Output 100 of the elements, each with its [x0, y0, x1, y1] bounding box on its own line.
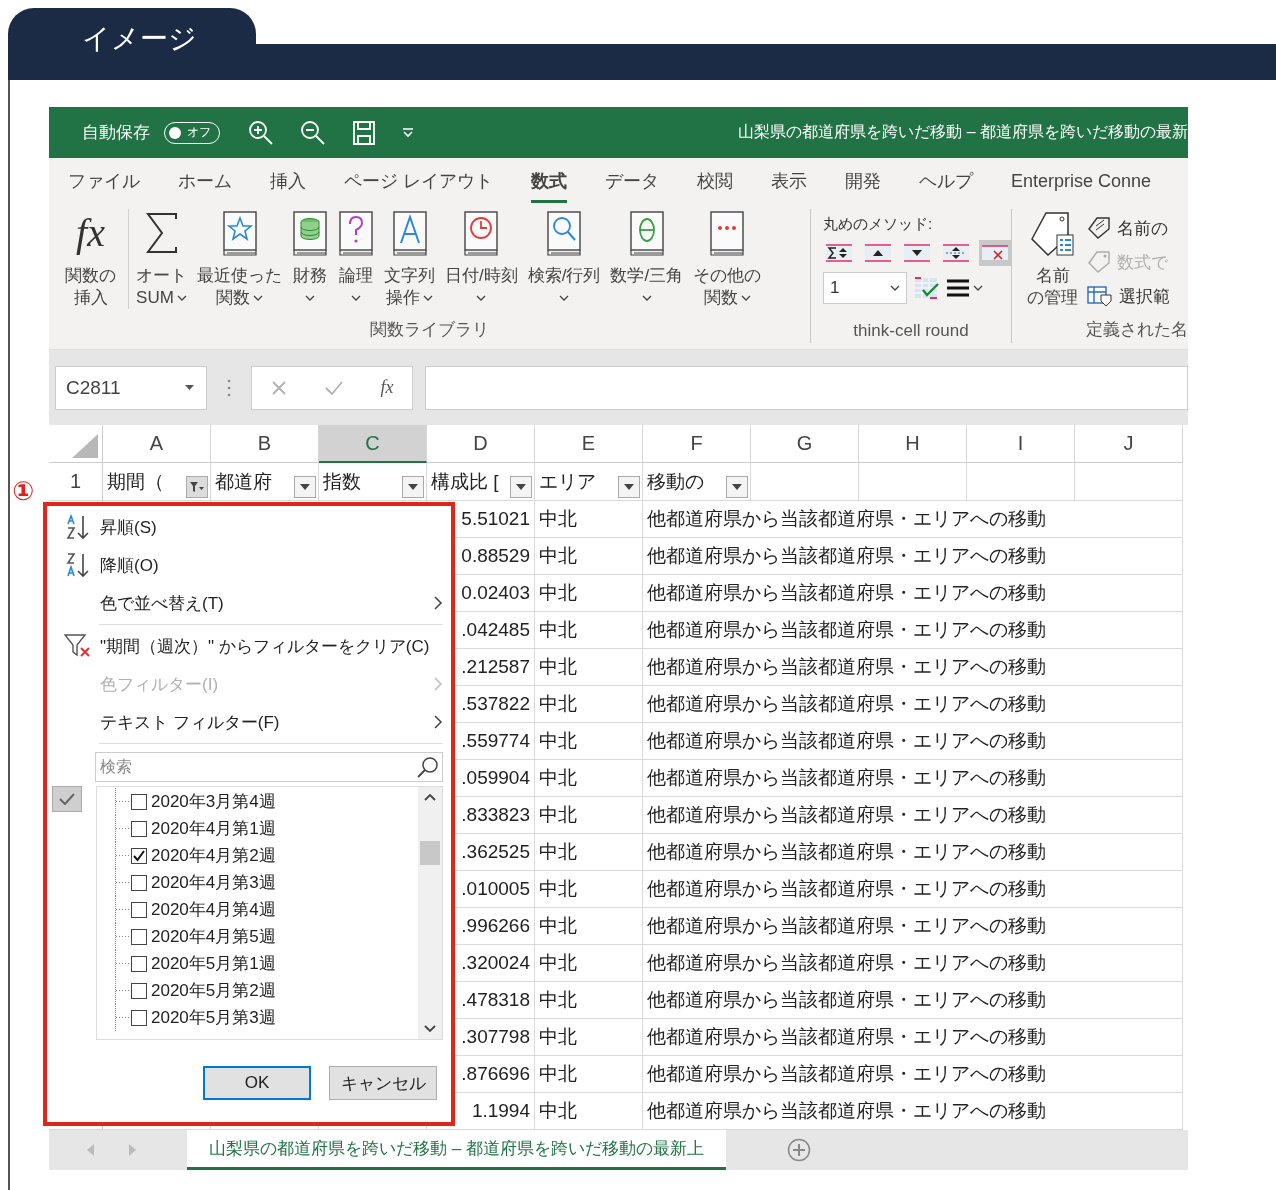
- value-checkbox[interactable]: 2020年5月第1週: [131, 952, 276, 975]
- value-checkbox[interactable]: 2020年4月第1週: [131, 817, 276, 840]
- ok-button[interactable]: OK: [203, 1066, 311, 1100]
- add-sheet-icon[interactable]: [786, 1138, 811, 1162]
- value-checkbox[interactable]: 2020年5月第3週: [131, 1006, 276, 1029]
- column-header[interactable]: E: [535, 425, 643, 463]
- chevron-right-icon: [434, 596, 443, 610]
- ribbon-button[interactable]: 検索/行列: [522, 209, 606, 309]
- ribbon-button[interactable]: 財務: [287, 209, 333, 309]
- ribbon-button[interactable]: その他の 関数: [688, 209, 767, 309]
- column-header[interactable]: G: [751, 425, 859, 463]
- filter-dropdown-button[interactable]: [726, 476, 748, 498]
- value-checkbox[interactable]: 2020年4月第5週: [131, 925, 276, 948]
- ribbon-button[interactable]: オート SUM: [131, 209, 192, 309]
- checkbox[interactable]: [131, 847, 147, 864]
- caret-icon: [185, 385, 194, 390]
- checkbox[interactable]: [131, 793, 147, 810]
- column-header[interactable]: D: [427, 425, 535, 463]
- scroll-thumb[interactable]: [420, 841, 440, 865]
- star-book-icon: [221, 211, 258, 257]
- check-all-button[interactable]: [52, 786, 82, 812]
- insert-function-button[interactable]: fx: [380, 377, 394, 398]
- value-checkbox[interactable]: 2020年5月第2週: [131, 979, 276, 1002]
- sort-ascending-icon: [64, 514, 91, 540]
- search-field[interactable]: 検索: [95, 752, 443, 782]
- ribbon-button[interactable]: 論理: [333, 209, 379, 309]
- ribbon-button[interactable]: 文字列 操作: [379, 209, 440, 309]
- cancel-button[interactable]: キャンセル: [329, 1066, 437, 1100]
- checkmark-icon: [59, 793, 75, 805]
- zoom-out-icon[interactable]: [300, 119, 326, 146]
- ribbon-tab[interactable]: ホーム: [178, 158, 232, 203]
- line-style-button[interactable]: [947, 279, 983, 297]
- name-box[interactable]: C2811: [55, 365, 207, 410]
- filter-dropdown-button[interactable]: [294, 476, 316, 498]
- precision-dropdown[interactable]: 1: [823, 272, 907, 304]
- value-checkbox[interactable]: 2020年4月第4週: [131, 898, 276, 921]
- ribbon-tab[interactable]: 挿入: [270, 158, 306, 203]
- column-header[interactable]: F: [643, 425, 751, 463]
- ribbon-tab[interactable]: Enterprise Conne: [1011, 158, 1152, 203]
- value-checkbox[interactable]: 2020年3月第4週: [131, 790, 276, 813]
- checkbox[interactable]: [131, 928, 147, 945]
- filter-dropdown-button[interactable]: [510, 476, 532, 498]
- group-label: 定義された名: [1085, 319, 1188, 341]
- checkbox[interactable]: [131, 982, 147, 999]
- table-cell: 他都道府県から当該都道府県・エリアへの移動: [643, 723, 1183, 760]
- table-cell: 他都道府県から当該都道府県・エリアへの移動: [643, 1019, 1183, 1056]
- sheet-tab[interactable]: 山梨県の都道府県を跨いだ移動 – 都道府県を跨いだ移動の最新上: [187, 1130, 726, 1170]
- ribbon-tab[interactable]: データ: [605, 158, 659, 203]
- save-icon[interactable]: [352, 119, 376, 146]
- grid-check-icon[interactable]: [914, 276, 940, 300]
- clear-rounding-button[interactable]: [979, 240, 1011, 266]
- column-header[interactable]: H: [859, 425, 967, 463]
- ribbon-tab[interactable]: ページ レイアウト: [344, 158, 493, 203]
- formula-input[interactable]: [425, 365, 1188, 410]
- header-text: エリア: [539, 469, 596, 494]
- checkbox[interactable]: [131, 901, 147, 918]
- question-book-icon: [338, 211, 374, 257]
- table-cell: 中北: [535, 1019, 643, 1056]
- scroll-down-icon[interactable]: [424, 1025, 436, 1033]
- zoom-in-icon[interactable]: [248, 119, 274, 146]
- ribbon-button[interactable]: 数学/三角: [605, 209, 689, 309]
- table-cell: 中北: [535, 501, 643, 538]
- check-icon[interactable]: [323, 379, 344, 396]
- name-manager-button[interactable]: 名前 の管理: [1022, 209, 1083, 309]
- ribbon-tab[interactable]: ヘルプ: [919, 158, 973, 203]
- filter-dropdown-button[interactable]: [618, 476, 640, 498]
- checkmark-icon: [133, 849, 145, 862]
- ribbon-tab[interactable]: 開発: [845, 158, 881, 203]
- ribbon-tab[interactable]: 表示: [771, 158, 807, 203]
- row-header[interactable]: 1: [49, 463, 103, 501]
- checkbox[interactable]: [131, 955, 147, 972]
- filter-dropdown-button[interactable]: [402, 476, 424, 498]
- ribbon-button[interactable]: 日付/時刻: [440, 209, 523, 309]
- value-checkbox[interactable]: 2020年4月第3週: [131, 871, 276, 894]
- table-cell: 中北: [535, 982, 643, 1019]
- defined-name-command[interactable]: 名前の: [1087, 213, 1170, 243]
- drag-handle-icon[interactable]: [227, 378, 231, 397]
- column-header[interactable]: A: [103, 425, 211, 463]
- column-header[interactable]: I: [967, 425, 1075, 463]
- scrollbar[interactable]: [418, 787, 442, 1039]
- ribbon-tab[interactable]: ファイル: [68, 158, 140, 203]
- defined-name-command[interactable]: 選択範: [1087, 281, 1170, 311]
- value-checkbox[interactable]: 2020年4月第2週: [131, 844, 276, 867]
- filter-applied-button[interactable]: [186, 476, 208, 498]
- scroll-up-icon[interactable]: [424, 793, 436, 801]
- chevron-right-icon: [434, 715, 443, 729]
- ribbon-button[interactable]: 最近使った 関数: [192, 209, 287, 309]
- header-text: 都道府: [215, 469, 272, 494]
- column-header[interactable]: J: [1075, 425, 1183, 463]
- table-cell: 中北: [535, 1056, 643, 1093]
- customize-toolbar-icon[interactable]: [402, 127, 414, 138]
- ribbon-button[interactable]: fx 関数の 挿入: [49, 209, 129, 309]
- caret-icon: [624, 484, 634, 490]
- checkbox[interactable]: [131, 1009, 147, 1026]
- table-cell: 他都道府県から当該都道府県・エリアへの移動: [643, 834, 1183, 871]
- checkbox[interactable]: [131, 874, 147, 891]
- checkbox[interactable]: [131, 820, 147, 837]
- tag-icon: [1087, 251, 1111, 273]
- ribbon-tab[interactable]: 校閲: [697, 158, 733, 203]
- column-header[interactable]: C: [319, 425, 427, 463]
